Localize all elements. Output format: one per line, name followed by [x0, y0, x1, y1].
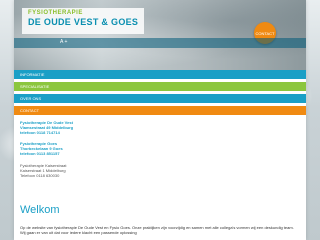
nav-item-informatie[interactable]: INFORMATIE — [14, 70, 306, 79]
location-phone: Telefoon 0118 630030 — [20, 173, 60, 178]
location-block: Fysiotherapie Goes Thorbeckelaan 9 Goes … — [20, 141, 180, 156]
logo-bottom-text: DE OUDE VEST & GOES — [28, 17, 139, 27]
nav-item-contact[interactable]: CONTACT — [14, 106, 306, 115]
header: FYSIOTHERAPIE DE OUDE VEST & GOES CONTAC… — [14, 0, 306, 70]
location-block: Fysiotherapie Kaiserstraat Kaiserstraat … — [20, 163, 180, 178]
nav-item-label: OVER ONS — [20, 96, 42, 101]
location-phone: telefoon 0118 714714 — [20, 130, 60, 135]
main-navigation: INFORMATIE SPECIALISATIE OVER ONS CONTAC… — [14, 70, 306, 118]
nav-item-label: SPECIALISATIE — [20, 84, 50, 89]
nav-item-label: INFORMATIE — [20, 72, 45, 77]
utility-bar: A + — [14, 38, 306, 48]
site-logo[interactable]: FYSIOTHERAPIE DE OUDE VEST & GOES — [22, 8, 145, 34]
site-container: FYSIOTHERAPIE DE OUDE VEST & GOES CONTAC… — [14, 0, 306, 240]
location-block: Fysiotherapie De Oude Vest Vlamsestraat … — [20, 120, 180, 135]
nav-item-specialisatie[interactable]: SPECIALISATIE — [14, 82, 306, 91]
intro-paragraph: Op de website van fysiotherapie De Oude … — [20, 225, 294, 235]
nav-item-label: CONTACT — [20, 108, 40, 113]
location-phone: telefoon 0113 851157 — [20, 151, 60, 156]
page-title: Welkom — [20, 204, 60, 216]
font-size-link[interactable]: A + — [60, 39, 67, 45]
nav-item-over-ons[interactable]: OVER ONS — [14, 94, 306, 103]
logo-top-text: FYSIOTHERAPIE — [28, 10, 83, 16]
